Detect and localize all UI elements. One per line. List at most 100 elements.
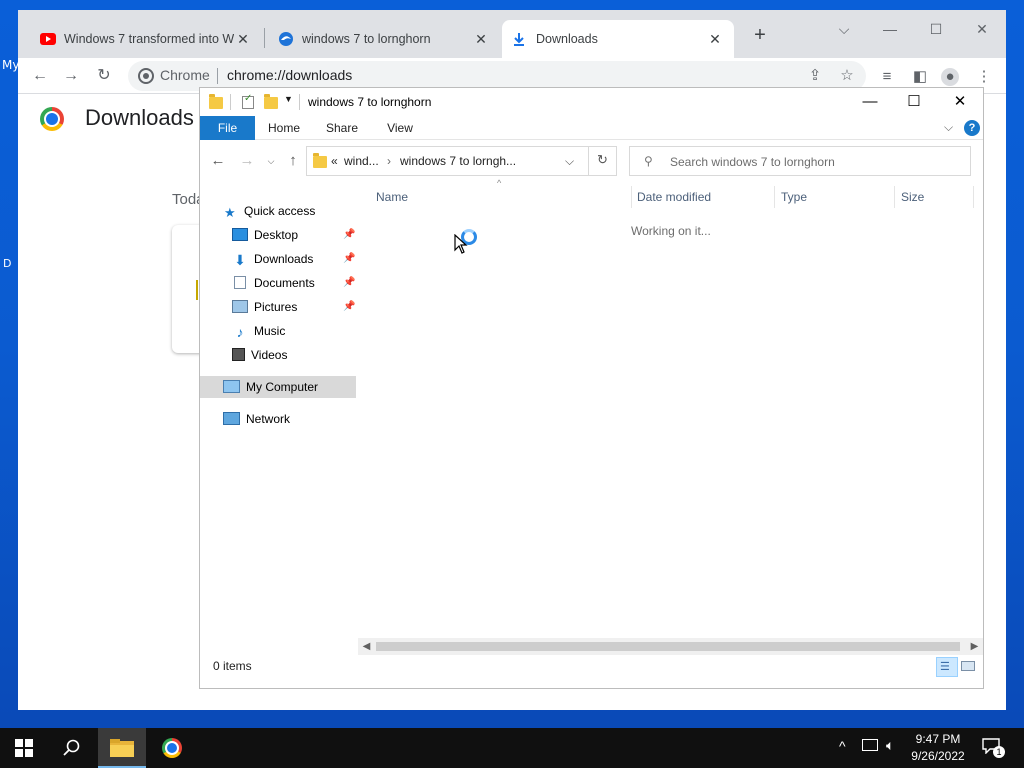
nav-item-videos[interactable]: Videos — [232, 344, 287, 366]
scroll-right-icon[interactable]: ▶ — [966, 638, 983, 655]
breadcrumb-current[interactable]: windows 7 to lorngh... — [400, 154, 516, 168]
column-divider[interactable] — [774, 186, 775, 208]
nav-item-pictures[interactable]: Pictures — [232, 296, 297, 318]
tab-downloads[interactable]: Downloads ✕ — [502, 20, 734, 58]
nav-network[interactable]: Network — [223, 408, 290, 430]
tab-view[interactable]: View — [378, 116, 422, 140]
show-hidden-icons-icon[interactable]: ^ — [839, 738, 846, 754]
column-header-type[interactable]: Type — [781, 186, 893, 208]
minimize-button[interactable]: — — [867, 16, 913, 44]
column-header-date-modified[interactable]: Date modified — [637, 186, 773, 208]
search-placeholder: Search windows 7 to lornghorn — [670, 155, 835, 169]
start-button[interactable] — [0, 728, 48, 768]
clock-time[interactable]: 9:47 PM — [903, 732, 973, 746]
media-controls-icon[interactable]: ≡ — [878, 68, 896, 86]
breadcrumb-chevron-icon[interactable]: › — [387, 154, 391, 168]
omnibox-chip: Chrome — [160, 67, 210, 83]
nav-label: Desktop — [254, 228, 299, 242]
tab-edge[interactable]: windows 7 to lornghorn ✕ — [268, 20, 500, 58]
close-window-button[interactable]: ✕ — [937, 90, 983, 114]
volume-icon[interactable]: 🔈︎ — [886, 737, 894, 754]
pin-icon: 📌 — [343, 277, 356, 288]
file-explorer-window: ✓ ▼ windows 7 to lornghorn — ☐ ✕ File Ho… — [199, 87, 984, 689]
close-icon[interactable]: ✕ — [472, 31, 490, 48]
tab-youtube[interactable]: Windows 7 transformed into We ✕ — [30, 20, 262, 58]
address-dropdown-icon[interactable]: ⌵ — [565, 154, 574, 169]
clock-date[interactable]: 9/26/2022 — [903, 749, 973, 763]
nav-item-documents[interactable]: Documents — [232, 272, 315, 294]
search-input[interactable]: ⚲ Search windows 7 to lornghorn — [629, 146, 971, 176]
scroll-left-icon[interactable]: ◀ — [358, 638, 375, 655]
up-button[interactable]: ↑ — [284, 152, 302, 170]
forward-button[interactable]: → — [59, 64, 83, 88]
customize-quick-access-icon[interactable]: ▼ — [284, 94, 293, 104]
nav-label: Videos — [251, 348, 288, 362]
profile-avatar-icon[interactable]: ● — [941, 68, 959, 86]
details-view-button[interactable]: ☰ — [936, 657, 958, 677]
large-icons-view-button[interactable] — [958, 657, 980, 677]
help-icon[interactable]: ? — [964, 120, 980, 136]
ribbon-tabs: File Home Share View ⌵ ? — [200, 116, 983, 140]
column-divider[interactable] — [894, 186, 895, 208]
maximize-button[interactable]: ☐ — [891, 90, 937, 114]
network-icon — [223, 412, 240, 425]
taskbar-file-explorer[interactable] — [98, 728, 146, 768]
close-icon[interactable]: ✕ — [706, 31, 724, 48]
nav-label: Music — [254, 324, 286, 338]
column-divider[interactable] — [631, 186, 632, 208]
nav-label: Quick access — [244, 204, 316, 218]
tab-file[interactable]: File — [200, 116, 255, 140]
kebab-menu-icon[interactable]: ⋮ — [975, 68, 993, 86]
column-divider[interactable] — [973, 186, 974, 208]
close-icon[interactable]: ✕ — [234, 31, 252, 48]
nav-item-downloads[interactable]: ⬇ Downloads — [232, 248, 313, 270]
tab-home[interactable]: Home — [262, 116, 306, 140]
column-header-size[interactable]: Size — [901, 186, 971, 208]
notification-badge: 1 — [993, 746, 1005, 758]
nav-my-computer[interactable]: My Computer — [223, 376, 318, 398]
share-icon[interactable]: ⇪ — [806, 67, 824, 85]
taskbar-chrome[interactable] — [148, 728, 196, 768]
horizontal-scrollbar[interactable]: ◀ ▶ — [358, 638, 983, 655]
address-overflow[interactable]: « — [331, 154, 338, 168]
properties-icon[interactable]: ✓ — [242, 93, 254, 109]
omnibox-url[interactable]: chrome://downloads — [227, 67, 352, 83]
recent-locations-icon[interactable]: ⌵ — [262, 152, 280, 170]
back-button[interactable]: ← — [28, 64, 52, 88]
forward-button[interactable]: → — [238, 152, 256, 170]
downloads-icon: ⬇ — [234, 252, 246, 268]
new-tab-button[interactable]: + — [748, 24, 772, 48]
tab-share[interactable]: Share — [320, 116, 364, 140]
search-icon: ⚲ — [644, 154, 653, 168]
nav-quick-access[interactable]: ★ Quick access — [224, 200, 315, 222]
action-center-button[interactable]: 1 — [982, 738, 1005, 758]
refresh-button[interactable]: ↻ — [588, 146, 617, 176]
reload-button[interactable]: ↻ — [92, 64, 116, 88]
network-tray-icon[interactable] — [862, 739, 878, 751]
address-bar[interactable]: « wind... › windows 7 to lorngh... ⌵ — [306, 146, 617, 176]
edge-icon — [279, 32, 293, 46]
address-row: ← → ⌵ ↑ « wind... › windows 7 to lorngh.… — [200, 140, 983, 182]
desktop-icon-label-d[interactable]: D — [3, 257, 11, 270]
close-window-button[interactable]: ✕ — [959, 16, 1005, 44]
bookmark-star-icon[interactable]: ☆ — [838, 67, 856, 85]
back-button[interactable]: ← — [209, 152, 227, 170]
minimize-button[interactable]: — — [847, 90, 893, 114]
scrollbar-thumb[interactable] — [376, 642, 960, 651]
search-button[interactable] — [48, 728, 96, 768]
column-header-name[interactable]: Name — [376, 186, 630, 208]
tab-strip: Windows 7 transformed into We ✕ windows … — [18, 10, 1006, 58]
maximize-button[interactable]: ☐ — [913, 16, 959, 44]
new-folder-icon[interactable] — [264, 94, 278, 109]
side-panel-icon[interactable]: ◧ — [911, 68, 929, 86]
nav-item-music[interactable]: ♪ Music — [232, 320, 286, 342]
expand-ribbon-icon[interactable]: ⌵ — [944, 120, 953, 135]
separator — [299, 94, 300, 110]
tab-search-button[interactable]: ⌵ — [821, 16, 867, 44]
details-view-icon: ☰ — [940, 661, 950, 673]
nav-item-desktop[interactable]: Desktop — [232, 224, 298, 246]
desktop-icon-label-my-computer[interactable]: My — [2, 58, 19, 72]
search-icon — [63, 739, 80, 756]
page-title: Downloads — [85, 105, 194, 130]
breadcrumb-parent[interactable]: wind... — [344, 154, 379, 168]
